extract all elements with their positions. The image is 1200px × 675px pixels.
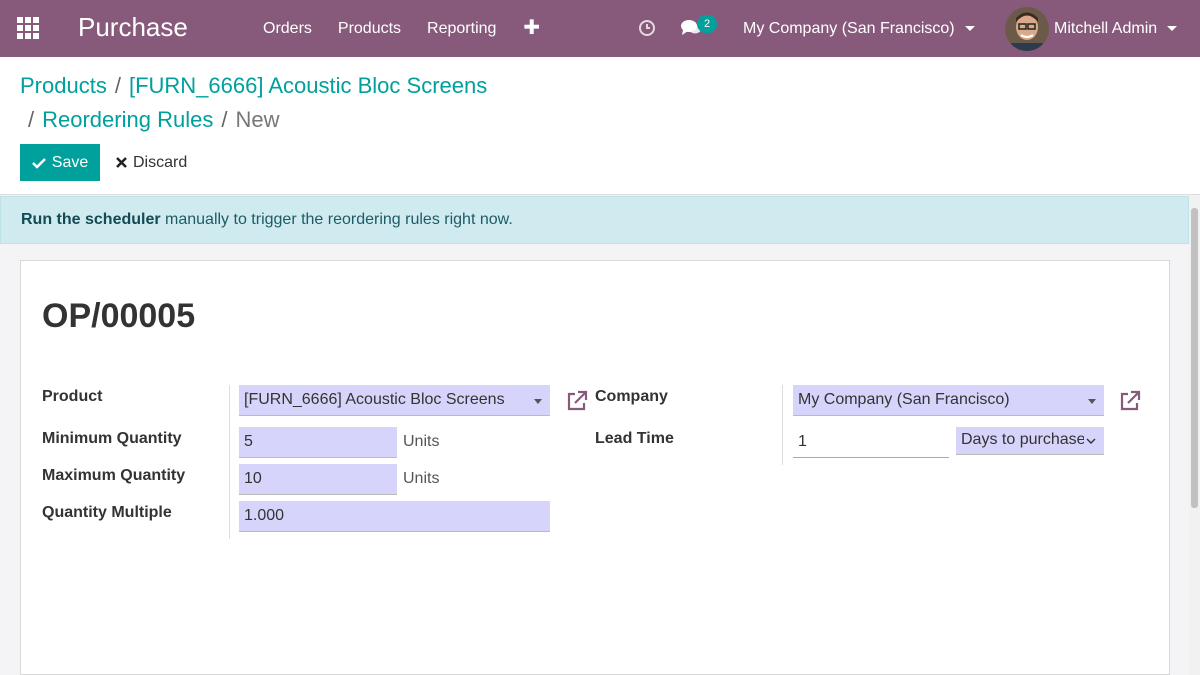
caret-down-icon (1167, 26, 1178, 32)
group-divider (782, 385, 783, 465)
scrollbar[interactable] (1189, 196, 1200, 675)
check-icon (31, 157, 46, 169)
user-menu[interactable]: Mitchell Admin (1054, 0, 1178, 57)
close-icon (116, 157, 127, 168)
lead-time-input[interactable]: 1 (793, 427, 949, 458)
control-panel: Products / [FURN_6666] Acoustic Bloc Scree… (0, 57, 1200, 195)
form-view: Run the scheduler manually to trigger th… (0, 196, 1200, 675)
alert-text: manually to trigger the reordering rules… (160, 211, 513, 228)
caret-down-icon (964, 26, 975, 32)
app-grid-icon[interactable] (17, 17, 39, 39)
max-qty-label: Maximum Quantity (42, 467, 186, 484)
breadcrumb-reordering-rules[interactable]: Reordering Rules (42, 107, 213, 132)
breadcrumb-product[interactable]: [FURN_6666] Acoustic Bloc Screens (129, 73, 487, 98)
min-qty-unit: Units (403, 433, 440, 450)
breadcrumb-separator: / (28, 107, 35, 132)
max-qty-input[interactable]: 10 (239, 464, 397, 495)
breadcrumb: Products / [FURN_6666] Acoustic Bloc Scree… (20, 73, 487, 99)
company-label: Company (595, 388, 668, 405)
dropdown-caret-icon (534, 399, 542, 404)
group-divider (229, 385, 230, 539)
app-title[interactable]: Purchase (78, 12, 188, 43)
external-link-icon[interactable] (1118, 389, 1142, 413)
avatar[interactable] (1005, 7, 1049, 51)
discard-button[interactable]: Discard (106, 144, 197, 181)
product-label: Product (42, 388, 103, 405)
scheduler-alert: Run the scheduler manually to trigger th… (0, 196, 1189, 244)
breadcrumb-line-2: / Reordering Rules / New (20, 107, 279, 133)
scrollbar-thumb[interactable] (1191, 208, 1198, 508)
menu-reporting[interactable]: Reporting (414, 0, 509, 57)
qty-multiple-input[interactable]: 1.000 (239, 501, 550, 532)
breadcrumb-products[interactable]: Products (20, 73, 107, 98)
company-switcher-label: My Company (San Francisco) (743, 20, 955, 37)
company-switcher[interactable]: My Company (San Francisco) (743, 0, 975, 57)
discard-button-label: Discard (133, 153, 188, 171)
lead-type-value: Days to purchase (961, 431, 1086, 448)
run-scheduler-link[interactable]: Run the scheduler (21, 211, 161, 228)
form-sheet: OP/00005 Product Minimum Quantity Maximu… (20, 260, 1170, 675)
record-name: OP/00005 (42, 297, 196, 335)
company-field-value: My Company (San Francisco) (798, 391, 1010, 408)
lead-type-select[interactable]: Days to purchase (956, 427, 1104, 455)
breadcrumb-separator: / (221, 107, 228, 132)
chat-count-badge: 2 (697, 15, 717, 33)
qty-multiple-label: Quantity Multiple (42, 504, 172, 521)
save-button[interactable]: Save (20, 144, 100, 181)
main-menu: Orders Products Reporting ✚ (250, 0, 554, 57)
user-name: Mitchell Admin (1054, 20, 1158, 37)
breadcrumb-separator: / (114, 73, 121, 98)
lead-time-label: Lead Time (595, 430, 674, 447)
company-field[interactable]: My Company (San Francisco) (793, 385, 1104, 416)
menu-products[interactable]: Products (325, 0, 414, 57)
save-button-label: Save (51, 153, 89, 171)
chevron-down-icon (1084, 436, 1098, 446)
min-qty-label: Minimum Quantity (42, 430, 182, 447)
menu-orders[interactable]: Orders (250, 0, 325, 57)
dropdown-caret-icon (1088, 399, 1096, 404)
product-field-value: [FURN_6666] Acoustic Bloc Screens (244, 391, 505, 408)
min-qty-input[interactable]: 5 (239, 427, 397, 458)
max-qty-unit: Units (403, 470, 440, 487)
product-field[interactable]: [FURN_6666] Acoustic Bloc Screens (239, 385, 550, 416)
breadcrumb-current: New (235, 107, 280, 132)
external-link-icon[interactable] (565, 389, 589, 413)
clock-icon[interactable] (638, 19, 656, 37)
plus-icon[interactable]: ✚ (509, 0, 554, 57)
top-navbar: Purchase Orders Products Reporting ✚ 2 M… (0, 0, 1200, 57)
